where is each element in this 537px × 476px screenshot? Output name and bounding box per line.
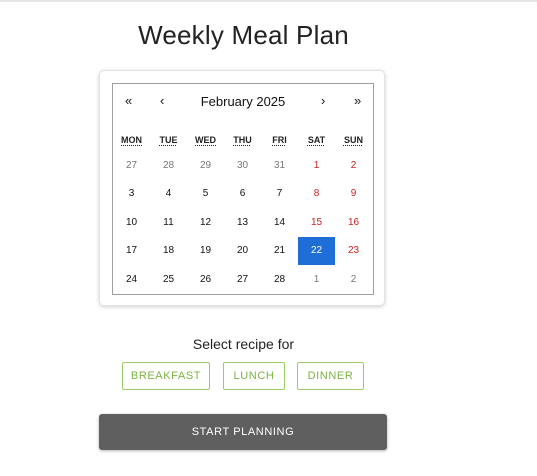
calendar-day[interactable]: 25 (150, 266, 187, 294)
recipe-prompt: Select recipe for (192, 336, 295, 352)
calendar-day[interactable]: 7 (261, 180, 298, 208)
calendar-day[interactable]: 2 (335, 152, 372, 180)
calendar-day[interactable]: 12 (187, 209, 224, 237)
next-month-button[interactable]: › (321, 93, 325, 108)
calendar-day[interactable]: 2 (335, 266, 372, 294)
calendar-day[interactable]: 29 (187, 152, 224, 180)
calendar-day[interactable]: 9 (335, 180, 372, 208)
calendar-day[interactable]: 18 (150, 237, 187, 265)
calendar-day[interactable]: 13 (224, 209, 261, 237)
next-year-button[interactable]: » (354, 93, 361, 108)
top-divider (0, 0, 537, 2)
dinner-button[interactable]: DINNER (297, 362, 364, 390)
calendar-day[interactable]: 4 (150, 180, 187, 208)
calendar-day[interactable]: 31 (261, 152, 298, 180)
calendar-day[interactable]: 20 (224, 237, 261, 265)
calendar-day[interactable]: 27 (113, 152, 150, 180)
calendar-day[interactable]: 1 (298, 152, 335, 180)
calendar-day[interactable]: 1 (298, 266, 335, 294)
calendar-day-selected[interactable]: 22 (298, 237, 335, 265)
weekday-wed: WED (195, 135, 216, 145)
weekday-sun: SUN (343, 135, 363, 145)
calendar-day[interactable]: 28 (150, 152, 187, 180)
calendar-day[interactable]: 28 (261, 266, 298, 294)
calendar-day[interactable]: 27 (224, 266, 261, 294)
month-label[interactable]: February 2025 (113, 94, 373, 109)
calendar-day[interactable]: 14 (261, 209, 298, 237)
weekday-fri: FRI (272, 135, 287, 145)
calendar-day[interactable]: 6 (224, 180, 261, 208)
calendar-day[interactable]: 21 (261, 237, 298, 265)
calendar-day[interactable]: 26 (187, 266, 224, 294)
page-title: Weekly Meal Plan (138, 20, 349, 50)
calendar-day[interactable]: 24 (113, 266, 150, 294)
weekday-sat: SAT (307, 135, 326, 145)
calendar-card: « ‹ February 2025 › » MON TUE WED THU FR… (99, 70, 385, 306)
weekday-thu: THU (233, 135, 252, 145)
calendar-day[interactable]: 30 (224, 152, 261, 180)
calendar-day[interactable]: 3 (113, 180, 150, 208)
calendar-day[interactable]: 16 (335, 209, 372, 237)
weekday-tue: TUE (159, 135, 178, 145)
calendar-day[interactable]: 10 (113, 209, 150, 237)
weekday-mon: MON (121, 135, 142, 145)
calendar-day[interactable]: 11 (150, 209, 187, 237)
calendar-day[interactable]: 5 (187, 180, 224, 208)
calendar-day[interactable]: 19 (187, 237, 224, 265)
start-planning-button[interactable]: START PLANNING (99, 414, 387, 450)
lunch-button[interactable]: LUNCH (223, 362, 285, 390)
breakfast-button[interactable]: BREAKFAST (122, 362, 210, 390)
calendar-day[interactable]: 15 (298, 209, 335, 237)
calendar-day[interactable]: 17 (113, 237, 150, 265)
calendar-day[interactable]: 8 (298, 180, 335, 208)
calendar: « ‹ February 2025 › » MON TUE WED THU FR… (112, 83, 374, 295)
calendar-day[interactable]: 23 (335, 237, 372, 265)
